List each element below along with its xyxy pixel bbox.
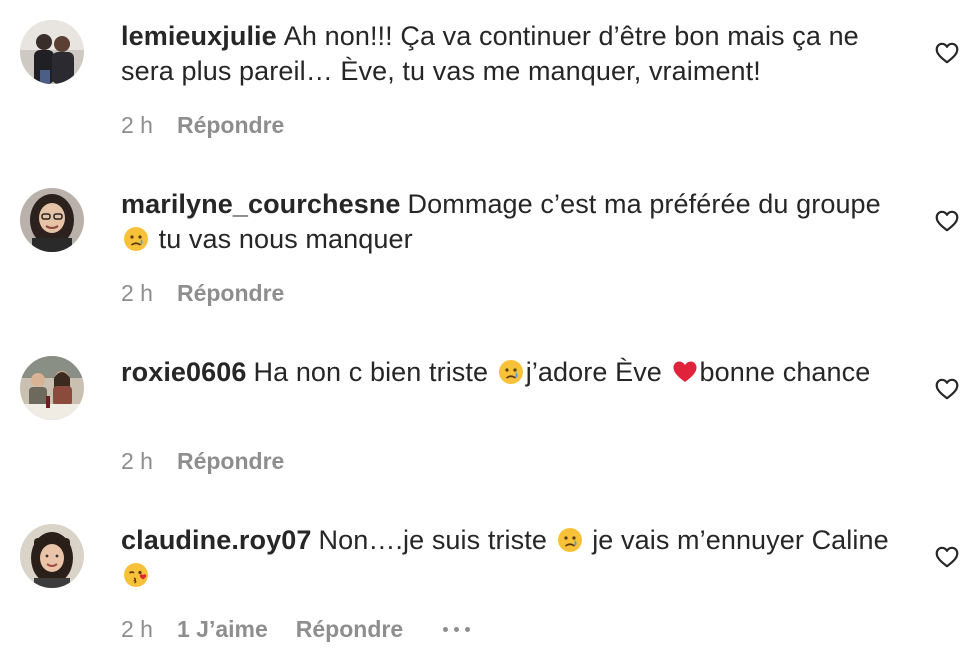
comment-body: marilyne_courchesne Dommage c’est ma préf…	[121, 187, 911, 257]
comment-username[interactable]: marilyne_courchesne	[121, 189, 401, 219]
comment-time[interactable]: 2 h	[121, 112, 153, 139]
avatar-photo-woman	[20, 524, 84, 588]
user-avatar[interactable]	[20, 188, 84, 252]
comment-text: j’adore Ève	[525, 357, 662, 387]
face-blowing-kiss-emoji	[124, 563, 148, 587]
comment-body: claudine.roy07 Non….je suis triste je vai…	[121, 523, 911, 593]
comment-username[interactable]: roxie0606	[121, 357, 247, 387]
comment-meta: 2 h Répondre	[121, 280, 284, 307]
comment-item: lemieuxjulie Ah non!!! Ça va continuer d’…	[0, 0, 974, 160]
comment-time[interactable]: 2 h	[121, 280, 153, 307]
comment-body: roxie0606 Ha non c bien triste j’adore Èv…	[121, 355, 911, 390]
avatar-photo-woman-glasses	[20, 188, 84, 252]
comment-item: marilyne_courchesne Dommage c’est ma préf…	[0, 168, 974, 328]
crying-face-emoji	[498, 360, 523, 384]
heart-outline-icon[interactable]	[934, 208, 960, 234]
crying-face-emoji	[557, 528, 582, 552]
comment-meta: 2 h Répondre	[121, 112, 284, 139]
reply-button[interactable]: Répondre	[177, 112, 284, 139]
more-options-icon[interactable]	[443, 627, 471, 632]
reply-button[interactable]: Répondre	[177, 448, 284, 475]
comment-body: lemieuxjulie Ah non!!! Ça va continuer d’…	[121, 19, 911, 89]
comment-time[interactable]: 2 h	[121, 448, 153, 475]
comment-item: claudine.roy07 Non….je suis triste je vai…	[0, 504, 974, 664]
user-avatar[interactable]	[20, 524, 84, 588]
comment-username[interactable]: claudine.roy07	[121, 525, 311, 555]
comment-time[interactable]: 2 h	[121, 616, 153, 643]
heart-outline-icon[interactable]	[934, 40, 960, 66]
user-avatar[interactable]	[20, 356, 84, 420]
crying-face-emoji	[124, 227, 148, 251]
comment-username[interactable]: lemieuxjulie	[121, 21, 277, 51]
red-heart-emoji	[673, 361, 697, 382]
heart-outline-icon[interactable]	[934, 376, 960, 402]
comment-text: bonne chance	[699, 357, 871, 387]
reply-button[interactable]: Répondre	[177, 280, 284, 307]
comment-text: Dommage c’est ma préférée du groupe	[407, 189, 881, 219]
avatar-photo-couple	[20, 20, 84, 84]
comment-text: Non….je suis triste	[318, 525, 547, 555]
likes-count-button[interactable]: 1 J’aime	[177, 616, 268, 643]
comment-meta: 2 h Répondre	[121, 448, 284, 475]
comment-text: tu vas nous manquer	[158, 224, 413, 254]
comment-item: roxie0606 Ha non c bien triste j’adore Èv…	[0, 336, 974, 496]
comments-list: lemieuxjulie Ah non!!! Ça va continuer d’…	[0, 0, 974, 654]
comment-text: Ha non c bien triste	[253, 357, 489, 387]
reply-button[interactable]: Répondre	[296, 616, 403, 643]
comment-meta: 2 h 1 J’aime Répondre	[121, 616, 471, 643]
comment-text: je vais m’ennuyer Caline	[592, 525, 889, 555]
avatar-photo-group	[20, 356, 84, 420]
user-avatar[interactable]	[20, 20, 84, 84]
heart-outline-icon[interactable]	[934, 544, 960, 570]
